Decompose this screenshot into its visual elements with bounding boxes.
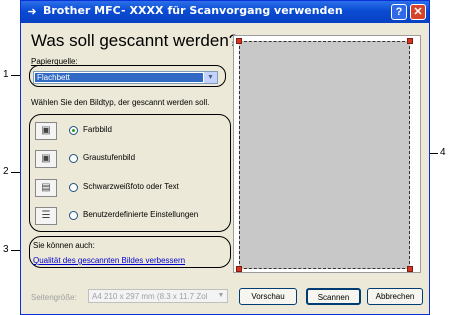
option-custom-label: Benutzerdefinierte Einstellungen xyxy=(83,210,199,219)
custom-settings-icon[interactable]: ☰ xyxy=(35,207,57,225)
scan-dialog: ➜ Brother MFC- XXXX für Scanvorgang verwen… xyxy=(20,0,430,315)
page-size-label: Seitengröße: xyxy=(31,293,77,302)
question-icon: ? xyxy=(395,6,403,18)
close-icon: ✕ xyxy=(413,6,423,18)
chevron-down-icon[interactable]: ▼ xyxy=(204,72,217,83)
callout-3: 3 xyxy=(3,244,9,255)
page-size-select[interactable]: A4 210 x 297 mm (8.3 x 11.7 Zol ▼ xyxy=(88,289,228,303)
radio-custom[interactable] xyxy=(69,211,78,220)
top-right-handle[interactable] xyxy=(407,38,413,44)
scan-area[interactable] xyxy=(239,41,410,269)
chevron-down-icon[interactable]: ▼ xyxy=(215,290,227,302)
paper-source-value: Flachbett xyxy=(35,73,203,82)
black-white-text-icon[interactable]: ▤ xyxy=(35,179,57,197)
callout-2: 2 xyxy=(3,166,9,177)
color-picture-icon[interactable]: ▣ xyxy=(35,122,57,140)
grayscale-picture-icon[interactable]: ▣ xyxy=(35,150,57,168)
cancel-button[interactable]: Abbrechen xyxy=(367,288,423,305)
callout-4: 4 xyxy=(440,147,446,158)
top-left-handle[interactable] xyxy=(236,38,242,44)
brother-app-icon: ➜ xyxy=(27,6,37,18)
also-label: Sie können auch: xyxy=(33,241,95,250)
radio-black-white[interactable] xyxy=(69,183,78,192)
help-button[interactable]: ? xyxy=(391,4,407,20)
paper-source-select[interactable]: Flachbett ▼ xyxy=(33,71,218,84)
preview-button[interactable]: Vorschau xyxy=(239,288,297,305)
improve-quality-link[interactable]: Qualität des gescannten Bildes verbesser… xyxy=(33,256,185,265)
bottom-right-handle[interactable] xyxy=(407,266,413,272)
window-title: Brother MFC- XXXX für Scanvorgang verwende… xyxy=(43,4,343,17)
title-bar: ➜ Brother MFC- XXXX für Scanvorgang verwen… xyxy=(21,1,429,23)
scan-button[interactable]: Scannen xyxy=(306,288,361,305)
radio-grayscale[interactable] xyxy=(69,154,78,163)
option-black-white-label: Schwarzweißfoto oder Text xyxy=(83,182,179,191)
image-type-prompt: Wählen Sie den Bildtyp, der gescannt wer… xyxy=(31,98,210,107)
option-grayscale-label: Graustufenbild xyxy=(83,153,136,162)
callout-1: 1 xyxy=(3,69,9,80)
page-size-value: A4 210 x 297 mm (8.3 x 11.7 Zol xyxy=(92,292,208,301)
bottom-left-handle[interactable] xyxy=(236,266,242,272)
option-color-label: Farbbild xyxy=(83,125,112,134)
close-button[interactable]: ✕ xyxy=(410,4,426,20)
radio-color[interactable] xyxy=(69,126,78,135)
page-title: Was soll gescannt werden? xyxy=(31,31,239,50)
